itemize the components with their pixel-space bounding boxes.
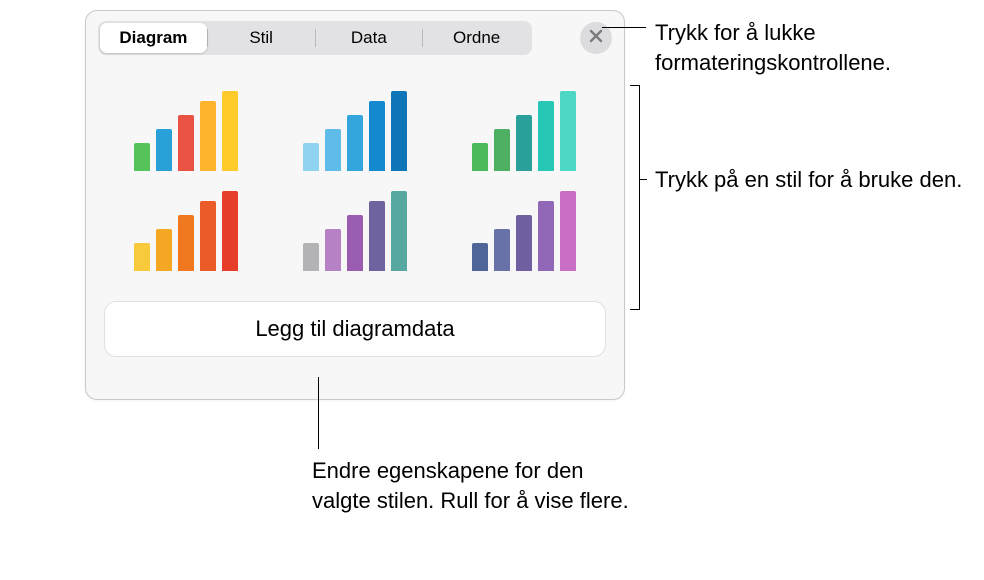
callout-styles: Trykk på en stil for å bruke den. [655, 165, 975, 195]
style-bar [303, 243, 319, 271]
tab-label: Ordne [453, 28, 500, 48]
segmented-control: Diagram Stil Data Ordne [98, 21, 532, 55]
style-bar [303, 143, 319, 171]
style-bar [347, 215, 363, 271]
callout-leader [318, 377, 319, 449]
callout-close: Trykk for å lukke formateringskontrollen… [655, 18, 975, 77]
style-bar [222, 91, 238, 171]
style-bar [200, 101, 216, 171]
callout-bracket [630, 85, 640, 310]
style-bar [222, 191, 238, 271]
tabbar: Diagram Stil Data Ordne [86, 11, 624, 61]
chart-style-1[interactable] [116, 91, 255, 171]
callout-leader [639, 179, 647, 180]
button-label: Legg til diagramdata [255, 316, 454, 342]
chart-style-6[interactable] [455, 191, 594, 271]
style-bar [369, 101, 385, 171]
tab-ordne[interactable]: Ordne [423, 23, 530, 53]
style-bar [472, 143, 488, 171]
style-bar [347, 115, 363, 171]
style-bar [391, 191, 407, 271]
style-bar [134, 143, 150, 171]
style-bar [134, 243, 150, 271]
chart-styles-grid [86, 61, 624, 287]
style-bar [516, 215, 532, 271]
style-bar [560, 91, 576, 171]
style-bar [538, 101, 554, 171]
style-bar [156, 129, 172, 171]
chart-style-2[interactable] [285, 91, 424, 171]
tab-label: Diagram [119, 28, 187, 48]
add-chart-data-button[interactable]: Legg til diagramdata [104, 301, 606, 357]
chart-style-4[interactable] [116, 191, 255, 271]
style-bar [200, 201, 216, 271]
chart-style-3[interactable] [455, 91, 594, 171]
style-bar [472, 243, 488, 271]
style-bar [325, 129, 341, 171]
style-bar [538, 201, 554, 271]
callout-leader [602, 27, 646, 28]
tab-data[interactable]: Data [316, 23, 423, 53]
tab-stil[interactable]: Stil [208, 23, 315, 53]
callout-bottom: Endre egenskapene for den valgte stilen.… [312, 456, 642, 515]
style-bar [494, 229, 510, 271]
chart-style-5[interactable] [285, 191, 424, 271]
tab-label: Data [351, 28, 387, 48]
style-bar [494, 129, 510, 171]
tab-label: Stil [249, 28, 273, 48]
style-bar [178, 215, 194, 271]
style-bar [391, 91, 407, 171]
close-icon [589, 29, 603, 48]
style-bar [178, 115, 194, 171]
style-bar [560, 191, 576, 271]
format-panel: Diagram Stil Data Ordne Legg til diagram… [85, 10, 625, 400]
style-bar [325, 229, 341, 271]
tab-diagram[interactable]: Diagram [100, 23, 207, 53]
style-bar [516, 115, 532, 171]
style-bar [156, 229, 172, 271]
style-bar [369, 201, 385, 271]
